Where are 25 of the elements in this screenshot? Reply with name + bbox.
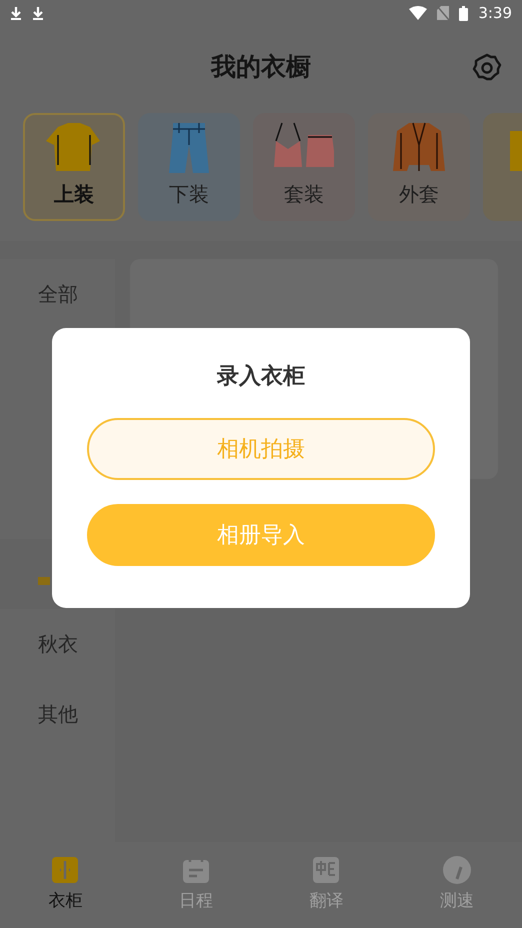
wifi-icon (409, 6, 428, 20)
download-icon (10, 6, 22, 20)
translate-icon (311, 855, 342, 886)
category-list-item[interactable]: 全部 (0, 259, 115, 329)
page-title: 我的衣橱 (211, 52, 311, 82)
battery-icon (459, 6, 468, 20)
category-list-item[interactable]: 秋衣 (0, 609, 115, 679)
category-list-item[interactable]: 其他 (0, 679, 115, 749)
tab-bar-item[interactable]: 衣柜 (0, 842, 130, 928)
download-icon (32, 6, 44, 20)
category-tile[interactable]: 上装 (23, 113, 125, 221)
status-time: 3:39 (478, 2, 512, 24)
wardrobe-icon (50, 855, 80, 886)
dialog-title: 录入衣柜 (217, 364, 305, 390)
tab-bar-item[interactable]: 翻译 (261, 842, 392, 928)
tab-bar-item[interactable]: 日程 (130, 842, 261, 928)
gauge-icon (442, 855, 472, 886)
category-tile[interactable]: 套装 (253, 113, 355, 221)
dialog-button[interactable]: 相机拍摄 (87, 418, 435, 480)
tab-bar-item[interactable]: 测速 (392, 842, 522, 928)
category-tile[interactable]: 外套 (368, 113, 470, 221)
dialog-button[interactable]: 相册导入 (87, 504, 435, 566)
sim-card-icon (437, 6, 450, 20)
category-tile[interactable]: 下装 (138, 113, 240, 221)
settings-icon[interactable] (472, 53, 502, 83)
